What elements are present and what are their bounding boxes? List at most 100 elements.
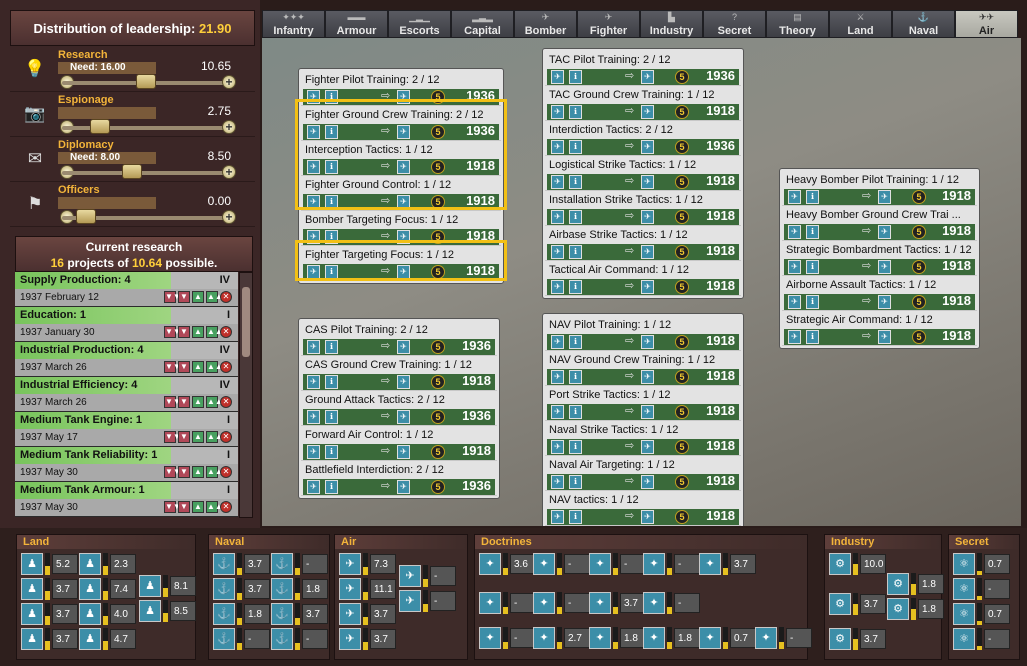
summary-cell[interactable]: ✦ 3.7 (699, 553, 756, 575)
move-up-button[interactable]: ▲ (192, 431, 204, 443)
diplomacy-slider-knob[interactable] (122, 164, 142, 179)
summary-cell[interactable]: ♟ 2.3 (79, 553, 136, 575)
tab-escorts[interactable]: ▁▂▁ Escorts (388, 10, 451, 38)
tech-info-icon[interactable]: ℹ (325, 445, 338, 459)
move-bottom-button[interactable]: ▼▼ (164, 466, 181, 478)
summary-cell[interactable]: ✈ 7.3 (339, 553, 396, 575)
tech-info-icon[interactable]: ℹ (569, 140, 582, 154)
tech-info-icon[interactable]: ℹ (325, 90, 338, 104)
tech-item[interactable]: Fighter Pilot Training: 2 / 12 ✈ ℹ ⇨ ✈ 5 1936 (301, 71, 501, 106)
summary-cell[interactable]: ⚓ 1.8 (213, 603, 270, 625)
tech-info-icon[interactable]: ℹ (569, 70, 582, 84)
move-bottom-button[interactable]: ▼▼ (164, 431, 181, 443)
summary-cell[interactable]: ✦ 3.6 (479, 553, 536, 575)
research-queue-item[interactable]: Supply Production: 4 IV 1937 February 12 ▼▼… (15, 272, 238, 307)
espionage-plus-button[interactable]: + (222, 120, 236, 134)
summary-cell[interactable]: ✈ 3.7 (339, 628, 396, 650)
tech-item[interactable]: Tactical Air Command: 1 / 12 ✈ ℹ ⇨ ✈ 5 1918 (545, 261, 741, 296)
move-up-button[interactable]: ▲ (192, 291, 204, 303)
tab-bomber[interactable]: ✈ Bomber (514, 10, 577, 38)
summary-cell[interactable]: ✈ 11.1 (339, 578, 396, 600)
summary-cell[interactable]: ⚓ 3.7 (213, 553, 270, 575)
summary-cell[interactable]: ⚛ - (953, 628, 1010, 650)
tech-item[interactable]: Naval Air Targeting: 1 / 12 ✈ ℹ ⇨ ✈ 5 1918 (545, 456, 741, 491)
tech-info-icon[interactable]: ℹ (569, 370, 582, 384)
summary-cell[interactable]: ✦ 1.8 (643, 627, 700, 649)
tech-item[interactable]: Forward Air Control: 1 / 12 ✈ ℹ ⇨ ✈ 5 1918 (301, 426, 497, 461)
tech-info-icon[interactable]: ℹ (325, 410, 338, 424)
summary-cell[interactable]: ✦ 3.7 (589, 592, 646, 614)
summary-cell[interactable]: ⚓ - (213, 628, 270, 650)
tab-armour[interactable]: ▬▬ Armour (325, 10, 388, 38)
remove-button[interactable]: ✕ (220, 396, 232, 408)
summary-cell[interactable]: ⚓ 1.8 (271, 578, 328, 600)
move-up-button[interactable]: ▲ (192, 326, 204, 338)
tech-item[interactable]: NAV tactics: 1 / 12 ✈ ℹ ⇨ ✈ 5 1918 (545, 491, 741, 526)
move-bottom-button[interactable]: ▼▼ (164, 361, 181, 373)
tech-item[interactable]: NAV Ground Crew Training: 1 / 12 ✈ ℹ ⇨ ✈ 5 191… (545, 351, 741, 386)
summary-cell[interactable]: ⚙ 3.7 (829, 593, 886, 615)
move-top-button[interactable]: ▲▲ (206, 361, 223, 373)
tech-item[interactable]: Strategic Bombardment Tactics: 1 / 12 ✈ ℹ ⇨… (782, 241, 977, 276)
summary-cell[interactable]: ⚙ 3.7 (829, 628, 886, 650)
summary-cell[interactable]: ⚙ 1.8 (887, 598, 944, 620)
tech-info-icon[interactable]: ℹ (325, 230, 338, 244)
diplomacy-plus-button[interactable]: + (222, 165, 236, 179)
tech-item[interactable]: Logistical Strike Tactics: 1 / 12 ✈ ℹ ⇨ ✈ 5 19… (545, 156, 741, 191)
tech-info-icon[interactable]: ℹ (806, 330, 819, 344)
move-up-button[interactable]: ▲ (192, 501, 204, 513)
summary-cell[interactable]: ✦ - (533, 592, 590, 614)
tech-info-icon[interactable]: ℹ (806, 295, 819, 309)
research-queue-item[interactable]: Industrial Production: 4 IV 1937 March 26 ▼… (15, 342, 238, 377)
summary-cell[interactable]: ⚙ 1.8 (887, 573, 944, 595)
tech-item[interactable]: Interception Tactics: 1 / 12 ✈ ℹ ⇨ ✈ 5 1918 (301, 141, 501, 176)
tech-item[interactable]: Port Strike Tactics: 1 / 12 ✈ ℹ ⇨ ✈ 5 1918 (545, 386, 741, 421)
tech-item[interactable]: Installation Strike Tactics: 1 / 12 ✈ ℹ ⇨ ✈ 5… (545, 191, 741, 226)
research-slider-knob[interactable] (136, 74, 156, 89)
officers-slider-knob[interactable] (76, 209, 96, 224)
move-top-button[interactable]: ▲▲ (206, 291, 223, 303)
summary-cell[interactable]: ♟ 4.0 (79, 603, 136, 625)
tech-item[interactable]: Interdiction Tactics: 2 / 12 ✈ ℹ ⇨ ✈ 5 1936 (545, 121, 741, 156)
move-top-button[interactable]: ▲▲ (206, 326, 223, 338)
summary-cell[interactable]: ✦ - (479, 592, 536, 614)
tech-info-icon[interactable]: ℹ (569, 335, 582, 349)
move-bottom-button[interactable]: ▼▼ (164, 291, 181, 303)
summary-cell[interactable]: ⚓ - (271, 553, 328, 575)
summary-cell[interactable]: ✈ - (399, 590, 456, 612)
tab-industry[interactable]: ▙ Industry (640, 10, 703, 38)
tech-info-icon[interactable]: ℹ (569, 105, 582, 119)
summary-cell[interactable]: ⚙ 10.0 (829, 553, 886, 575)
summary-cell[interactable]: ♟ 5.2 (21, 553, 78, 575)
research-plus-button[interactable]: + (222, 75, 236, 89)
tech-info-icon[interactable]: ℹ (806, 190, 819, 204)
tech-info-icon[interactable]: ℹ (569, 510, 582, 524)
summary-cell[interactable]: ✈ 3.7 (339, 603, 396, 625)
tech-info-icon[interactable]: ℹ (569, 210, 582, 224)
move-top-button[interactable]: ▲▲ (206, 501, 223, 513)
remove-button[interactable]: ✕ (220, 291, 232, 303)
summary-cell[interactable]: ✦ - (643, 592, 700, 614)
move-down-button[interactable]: ▼ (178, 396, 190, 408)
move-bottom-button[interactable]: ▼▼ (164, 501, 181, 513)
tech-info-icon[interactable]: ℹ (325, 160, 338, 174)
summary-cell[interactable]: ⚓ 3.7 (213, 578, 270, 600)
remove-button[interactable]: ✕ (220, 501, 232, 513)
move-bottom-button[interactable]: ▼▼ (164, 396, 181, 408)
summary-cell[interactable]: ⚓ 3.7 (271, 603, 328, 625)
tech-item[interactable]: Battlefield Interdiction: 2 / 12 ✈ ℹ ⇨ ✈ 5 193… (301, 461, 497, 496)
summary-cell[interactable]: ✦ - (479, 627, 536, 649)
tech-info-icon[interactable]: ℹ (569, 245, 582, 259)
move-down-button[interactable]: ▼ (178, 431, 190, 443)
summary-cell[interactable]: ✦ - (755, 627, 812, 649)
tech-item[interactable]: CAS Pilot Training: 2 / 12 ✈ ℹ ⇨ ✈ 5 1936 (301, 321, 497, 356)
move-top-button[interactable]: ▲▲ (206, 396, 223, 408)
move-down-button[interactable]: ▼ (178, 326, 190, 338)
tech-info-icon[interactable]: ℹ (325, 340, 338, 354)
tab-air[interactable]: ✈✈ Air (955, 10, 1018, 38)
remove-button[interactable]: ✕ (220, 361, 232, 373)
summary-cell[interactable]: ⚛ 0.7 (953, 553, 1010, 575)
tab-secret[interactable]: ? Secret (703, 10, 766, 38)
summary-cell[interactable]: ♟ 8.1 (139, 575, 196, 597)
summary-cell[interactable]: ♟ 3.7 (21, 578, 78, 600)
